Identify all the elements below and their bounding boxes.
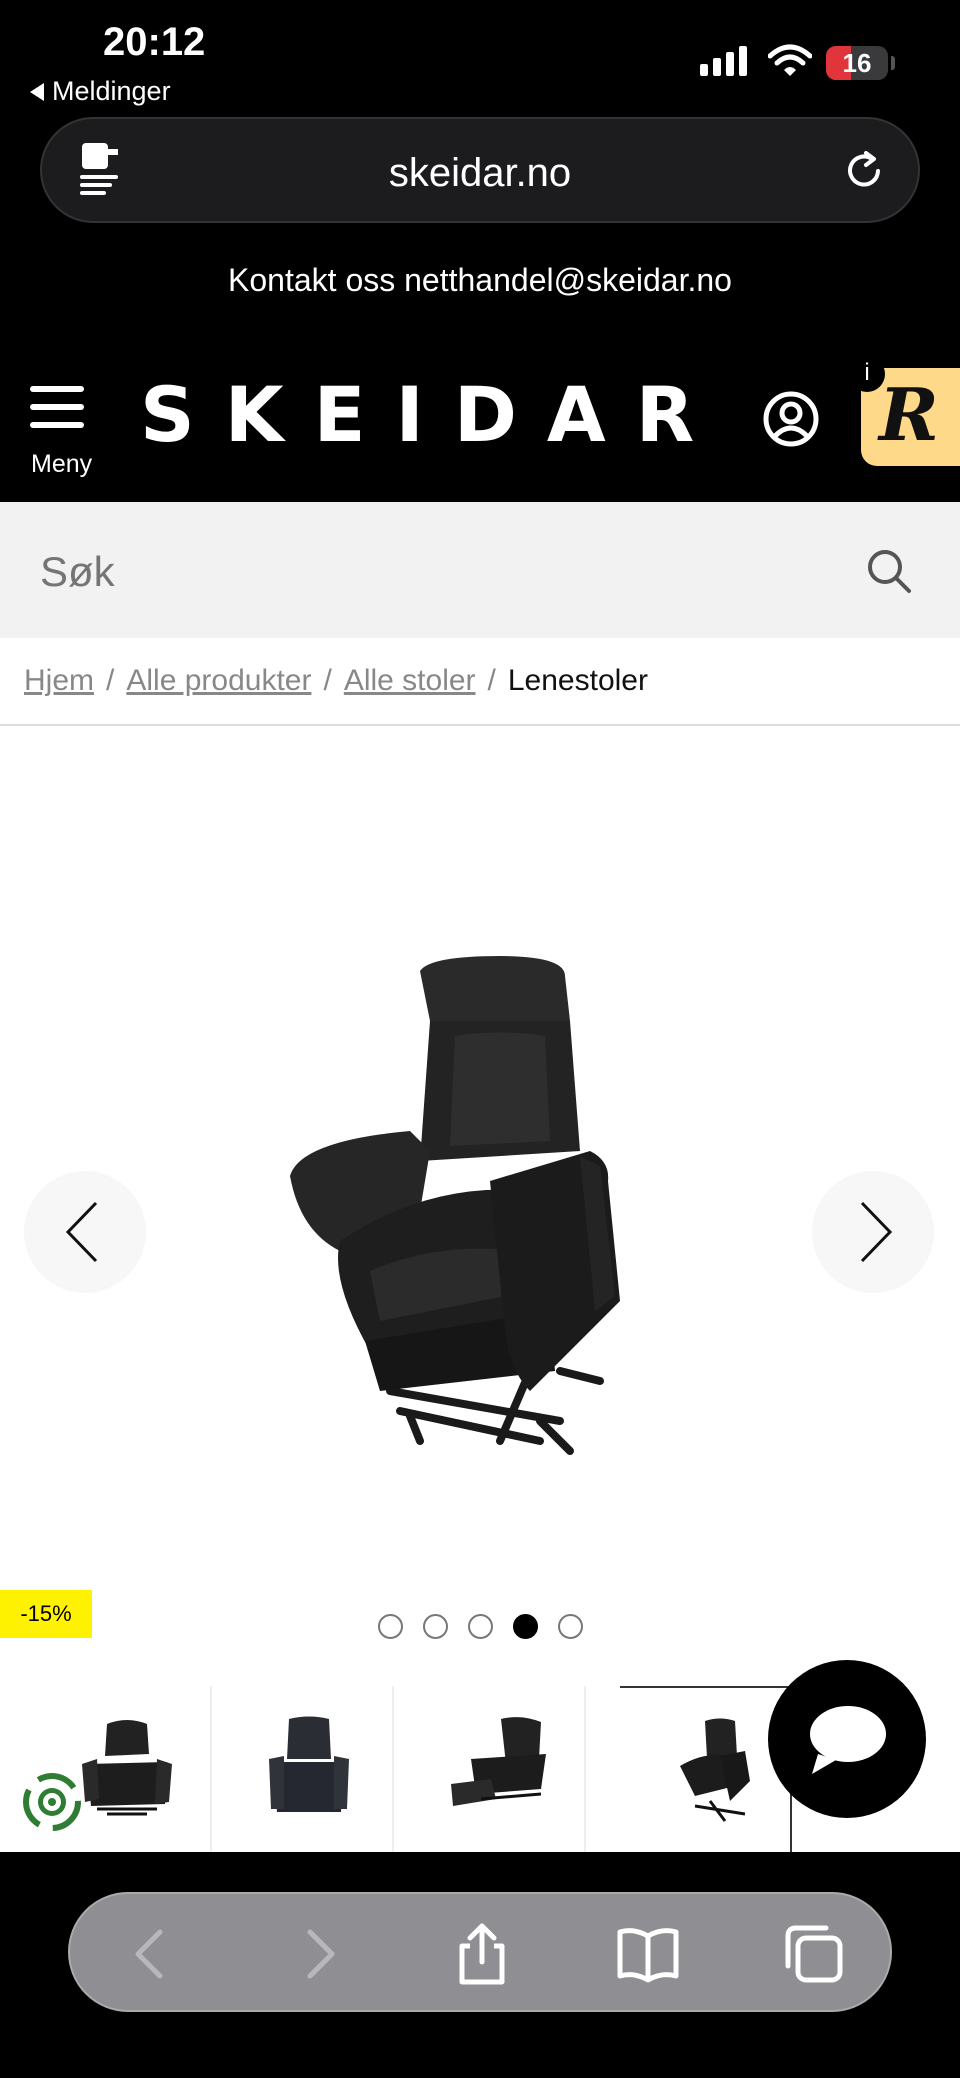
tabs-icon[interactable]: [782, 1922, 846, 1986]
menu-button[interactable]: [30, 386, 96, 440]
search-input[interactable]: [40, 548, 840, 596]
breadcrumb-separator: /: [487, 664, 496, 697]
carousel-dot-active[interactable]: [513, 1614, 538, 1639]
address-bar[interactable]: skeidar.no: [40, 117, 920, 223]
url-text: skeidar.no: [388, 151, 572, 195]
battery-level: 16: [842, 48, 872, 78]
site-header: Meny SKEIDAR i R: [0, 340, 960, 502]
breadcrumb-separator: /: [106, 664, 115, 697]
breadcrumb-all-products[interactable]: Alle produkter: [126, 664, 311, 698]
breadcrumb-separator: /: [323, 664, 332, 697]
reviews-badge[interactable]: i R: [849, 356, 960, 466]
site-logo[interactable]: SKEIDAR: [140, 370, 724, 459]
bookmarks-icon[interactable]: [616, 1922, 680, 1986]
recycle-icon[interactable]: [16, 1766, 88, 1838]
carousel-dot[interactable]: [378, 1614, 403, 1639]
menu-label[interactable]: Meny: [31, 450, 92, 479]
browser-toolbar-pill: [68, 1892, 892, 2012]
chat-button[interactable]: [768, 1660, 926, 1818]
thumbnail-image: [82, 1720, 172, 1816]
carousel-dots: [378, 1614, 583, 1639]
wifi-icon: [768, 44, 812, 76]
forward-arrow-icon[interactable]: [286, 1922, 350, 1986]
thumbnail[interactable]: [406, 1686, 586, 1852]
back-app-label: Meldinger: [52, 76, 171, 106]
back-triangle-icon: [30, 82, 44, 101]
badge-letter: R: [879, 372, 939, 457]
thumbnail-image: [451, 1717, 546, 1806]
breadcrumb-all-chairs[interactable]: Alle stoler: [344, 664, 476, 698]
breadcrumb: Hjem / Alle produkter / Alle stoler / Le…: [0, 638, 960, 726]
back-arrow-icon[interactable]: [120, 1922, 184, 1986]
status-time: 20:12: [103, 20, 206, 64]
carousel-next-button[interactable]: [812, 1171, 934, 1293]
product-image[interactable]: [280, 951, 680, 1461]
thumbnail-image: [269, 1716, 349, 1812]
chevron-right-icon: [860, 1201, 893, 1263]
carousel-dot[interactable]: [423, 1614, 448, 1639]
back-to-app-link[interactable]: Meldinger: [30, 76, 171, 107]
status-bar: 20:12 Meldinger 16: [0, 0, 960, 110]
cellular-signal-icon: [700, 46, 747, 76]
thumbnail[interactable]: [214, 1686, 394, 1852]
search-icon[interactable]: [866, 548, 912, 594]
discount-badge: -15%: [0, 1590, 92, 1638]
carousel-prev-button[interactable]: [24, 1171, 146, 1293]
reload-icon[interactable]: [842, 149, 886, 193]
carousel-dot[interactable]: [468, 1614, 493, 1639]
search-bar: [0, 502, 960, 638]
account-icon[interactable]: [762, 390, 820, 448]
battery-tip: [891, 56, 895, 70]
contact-banner[interactable]: Kontakt oss netthandel@skeidar.no: [0, 262, 960, 299]
battery-icon: 16: [826, 46, 888, 80]
carousel-dot[interactable]: [558, 1614, 583, 1639]
share-icon[interactable]: [450, 1922, 514, 1986]
browser-toolbar: [0, 1852, 960, 2078]
thumbnail-image: [680, 1718, 750, 1822]
breadcrumb-current: Lenestoler: [507, 664, 648, 697]
breadcrumb-home[interactable]: Hjem: [24, 664, 94, 698]
chat-bubble-icon: [810, 1706, 886, 1774]
chevron-left-icon: [65, 1201, 98, 1263]
